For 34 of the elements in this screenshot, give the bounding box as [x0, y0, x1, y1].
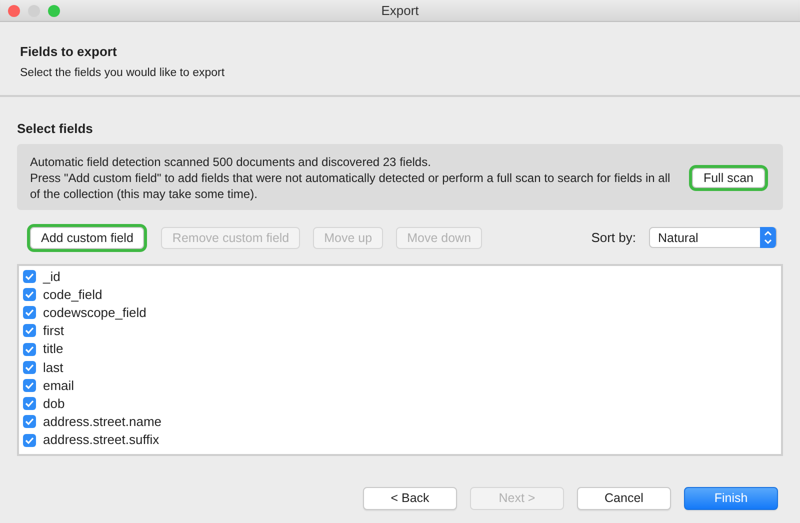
field-name: title: [43, 340, 64, 358]
zoom-button[interactable]: [48, 5, 60, 17]
checkbox[interactable]: [23, 288, 36, 302]
select-arrows-icon: [760, 227, 776, 248]
field-name: first: [43, 322, 64, 340]
checkbox[interactable]: [23, 324, 36, 338]
field-name: code_field: [43, 286, 102, 304]
checkbox[interactable]: [23, 342, 36, 356]
checkbox[interactable]: [23, 378, 36, 392]
sort-label: Sort by:: [591, 229, 636, 248]
info-text: Automatic field detection scanned 500 documents and discovered 23 fields.: [30, 154, 432, 170]
field-name: last: [43, 358, 64, 377]
checkbox[interactable]: [23, 306, 36, 320]
field-name: codewscope_field: [43, 304, 146, 322]
checkbox[interactable]: [23, 415, 36, 428]
field-name: _id: [43, 268, 60, 286]
section-title: Select fields: [17, 120, 94, 138]
field-name: address.street.name: [43, 413, 162, 432]
checkbox[interactable]: [23, 397, 36, 410]
checkbox[interactable]: [23, 360, 36, 374]
page-title: Fields to export: [20, 43, 118, 61]
window-title: Export: [381, 2, 419, 20]
page-subtitle: Select the fields you would like to export: [20, 66, 226, 80]
info-text: Press "Add custom field" to add fields that were not automatically detected or perform a full scan to search for fields in all of the collection (this may take some time).: [30, 170, 672, 202]
checkbox[interactable]: [23, 434, 36, 447]
sort-select[interactable]: Natural: [649, 227, 777, 248]
toolbar-button[interactable]: Add custom field: [30, 226, 144, 250]
checkbox[interactable]: [23, 270, 36, 283]
field-name: dob: [43, 394, 65, 413]
field-name: address.street.suffix: [43, 431, 160, 450]
field-name: email: [43, 376, 74, 395]
close-button[interactable]: [8, 5, 20, 17]
footer-button[interactable]: < Back: [363, 487, 457, 510]
footer-button[interactable]: Cancel: [577, 487, 671, 510]
